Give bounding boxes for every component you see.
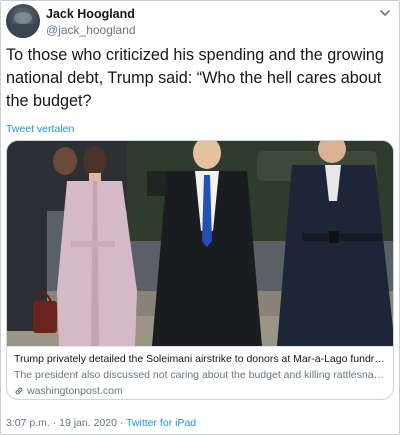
card-domain-label: washingtonpost.com	[27, 385, 123, 397]
card-body: Trump privately detailed the Soleimani a…	[7, 346, 393, 399]
author-handle[interactable]: @jack_hoogland	[46, 23, 136, 37]
tweet-date[interactable]: 19 jan. 2020	[59, 417, 117, 429]
footer-separator: ·	[49, 417, 60, 429]
link-card[interactable]: Trump privately detailed the Soleimani a…	[6, 140, 394, 400]
translate-link[interactable]: Tweet vertalen	[6, 123, 74, 135]
tweet-footer: 3:07 p.m. · 19 jan. 2020 · Twitter for i…	[6, 417, 196, 429]
card-image	[7, 141, 393, 346]
avatar-image	[10, 12, 36, 38]
card-description: The president also discussed not caring …	[14, 369, 388, 381]
tweet-time[interactable]: 3:07 p.m.	[6, 417, 50, 429]
link-icon	[15, 387, 23, 395]
author-name[interactable]: Jack Hoogland	[46, 7, 135, 21]
tweet-source[interactable]: Twitter for iPad	[126, 417, 196, 429]
chevron-down-icon[interactable]	[378, 6, 392, 20]
avatar[interactable]	[6, 4, 40, 38]
tweet-header: Jack Hoogland @jack_hoogland	[6, 4, 394, 40]
tweet-text: To those who criticized his spending and…	[6, 46, 384, 110]
footer-separator-2: ·	[116, 417, 127, 429]
card-domain[interactable]: washingtonpost.com	[14, 384, 388, 398]
card-title[interactable]: Trump privately detailed the Soleimani a…	[14, 352, 388, 366]
